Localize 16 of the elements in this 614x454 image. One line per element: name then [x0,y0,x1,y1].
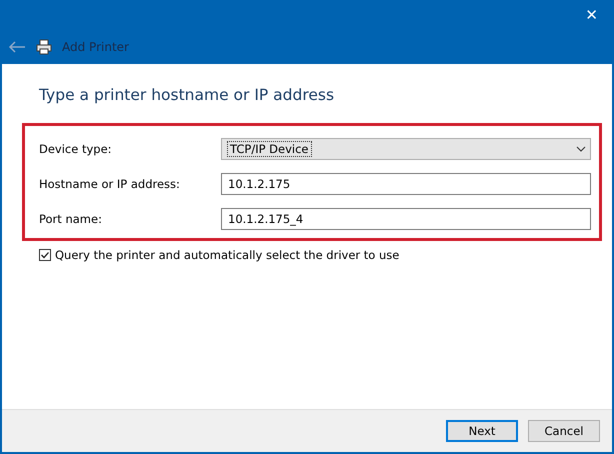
checkbox-label: Query the printer and automatically select the driver to use [55,248,400,262]
input-field[interactable]: 10.1.2.175 [221,173,591,195]
checkbox[interactable] [39,249,51,261]
next-button[interactable]: Next [446,420,518,442]
back-arrow-icon[interactable] [8,41,26,53]
printer-icon [36,39,52,55]
close-button[interactable]: ✕ [581,6,602,24]
field-label: Port name: [39,212,103,226]
chevron-down-icon [576,146,586,152]
window-title: Add Printer [62,40,129,54]
cancel-button[interactable]: Cancel [528,420,600,442]
page-heading: Type a printer hostname or IP address [39,86,336,104]
device-type-dropdown[interactable]: TCP/IP Device [221,138,591,160]
field-label: Device type: [39,142,113,156]
input-field[interactable]: 10.1.2.175_4 [221,208,591,230]
field-label: Hostname or IP address: [39,177,181,191]
